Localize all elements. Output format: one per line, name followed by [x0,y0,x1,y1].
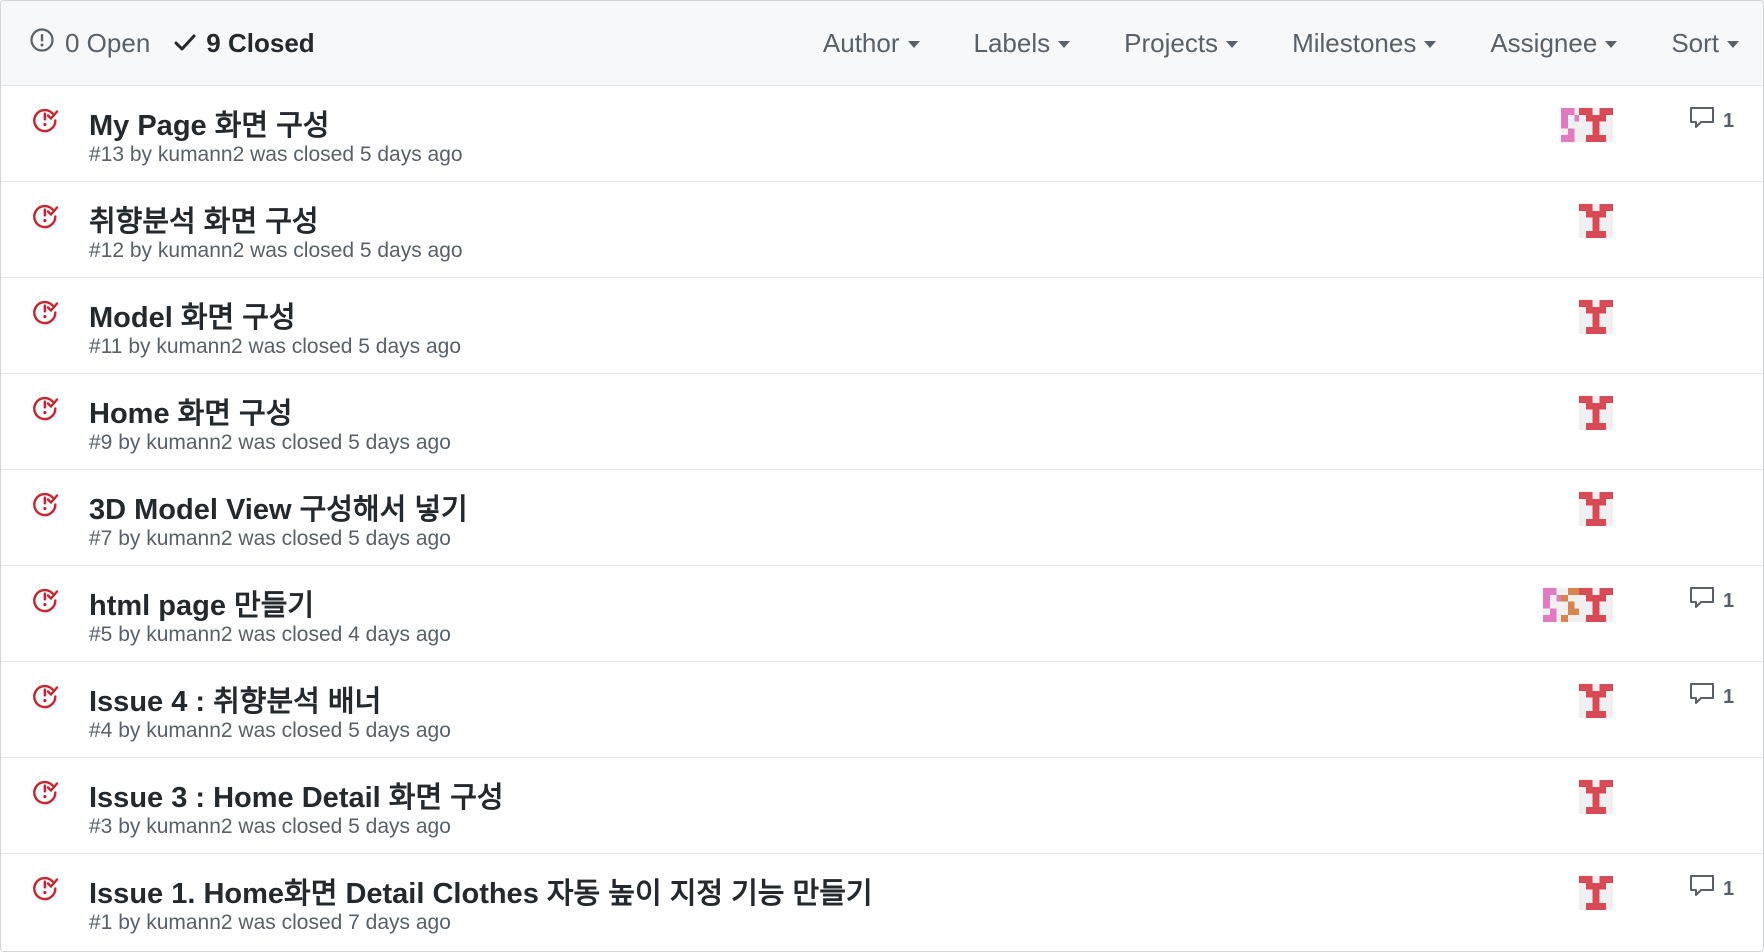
issue-opened-icon [29,27,65,60]
issue-row[interactable]: Issue 1. Home화면 Detail Clothes 자동 높이 지정 … [1,854,1763,950]
closed-issues-count: 9 Closed [206,27,315,58]
avatar[interactable] [1579,684,1613,718]
issue-closed-icon [31,489,59,522]
filter-label: Author [822,27,900,58]
comment-icon [1689,106,1723,136]
issue-row[interactable]: Issue 4 : 취향분석 배너 #4 by kumann2 was close… [1,662,1763,758]
issues-list-header: 0 Open 9 Closed Author Labels Projects Mile… [1,1,1763,86]
issue-meta: #12 by kumann2 was closed 5 days ago [89,239,463,262]
filter-assignee[interactable]: Assignee [1490,27,1618,59]
filter-label: Labels [973,27,1051,58]
assignee-avatars [1561,108,1613,142]
filter-labels[interactable]: Labels [974,28,1071,59]
issue-closed-icon [31,393,59,426]
issues-list-box: 0 Open 9 Closed Author Labels Projects Mile… [0,0,1764,952]
issue-row[interactable]: 3D Model View 구성해서 넣기 #7 by kumann2 was c… [1,470,1763,566]
assignee-avatars [1579,396,1613,430]
caret-down-icon [1727,41,1739,48]
issue-closed-icon [31,873,59,906]
issue-meta: #4 by kumann2 was closed 5 days ago [89,719,451,742]
issue-row[interactable]: 취향분석 화면 구성 #12 by kumann2 was closed 5 da… [1,182,1763,278]
issue-row[interactable]: Issue 3 : Home Detail 화면 구성 #3 by kumann2… [1,758,1763,854]
issue-meta: #13 by kumann2 was closed 5 days ago [89,143,463,166]
issue-meta: #3 by kumann2 was closed 5 days ago [89,815,451,838]
avatar[interactable] [1579,204,1613,238]
avatar[interactable] [1579,108,1613,142]
comment-count: 1 [1723,589,1735,612]
caret-down-icon [1058,41,1071,48]
comments-link[interactable]: 1 [1689,586,1734,616]
issue-meta: #1 by kumann2 was closed 7 days ago [89,911,451,934]
comments-link[interactable]: 1 [1689,682,1734,712]
filter-label: Sort [1671,27,1719,58]
comment-icon [1689,586,1723,616]
comment-count: 1 [1723,109,1735,132]
filter-milestones[interactable]: Milestones [1292,27,1437,59]
caret-down-icon [1226,41,1239,48]
filter-label: Milestones [1292,27,1417,58]
assignee-avatars [1579,300,1613,334]
assignee-avatars [1543,588,1613,622]
comment-icon [1689,874,1723,904]
filter-menus: Author Labels Projects Milestones Assignee So… [823,28,1739,59]
issue-title-link[interactable]: Issue 3 : Home Detail 화면 구성 [89,774,504,816]
avatar[interactable] [1579,780,1613,814]
issue-row[interactable]: My Page 화면 구성 #13 by kumann2 was closed 5… [1,86,1763,182]
assignee-avatars [1579,684,1613,718]
issue-closed-icon [31,681,59,714]
avatar[interactable] [1579,492,1613,526]
issue-row[interactable]: Home 화면 구성 #9 by kumann2 was closed 5 day… [1,374,1763,470]
issue-closed-icon [31,585,59,618]
filter-projects[interactable]: Projects [1124,27,1239,59]
issue-title-link[interactable]: My Page 화면 구성 [89,102,330,144]
issue-closed-icon [31,297,59,330]
assignee-avatars [1579,780,1613,814]
comment-count: 1 [1723,685,1735,708]
issue-closed-icon [31,201,59,234]
assignee-avatars [1579,492,1613,526]
issue-meta: #7 by kumann2 was closed 5 days ago [89,527,451,550]
check-icon [174,28,206,59]
issue-title-link[interactable]: 취향분석 화면 구성 [89,198,319,240]
filter-sort[interactable]: Sort [1671,28,1739,59]
issue-title-link[interactable]: Issue 4 : 취향분석 배너 [89,678,381,720]
issue-meta: #5 by kumann2 was closed 4 days ago [89,623,451,646]
issue-closed-icon [31,105,59,138]
filter-label: Assignee [1490,27,1598,58]
comments-link[interactable]: 1 [1689,874,1734,904]
issue-meta: #11 by kumann2 was closed 5 days ago [89,335,462,358]
issue-closed-icon [31,777,59,810]
assignee-avatars [1579,876,1613,910]
open-issues-link[interactable]: 0 Open [29,27,150,60]
avatar[interactable] [1579,588,1613,622]
comment-icon [1689,682,1723,712]
filter-label: Projects [1124,27,1219,58]
caret-down-icon [1424,41,1437,48]
issue-title-link[interactable]: 3D Model View 구성해서 넣기 [89,486,468,528]
comments-link[interactable]: 1 [1689,106,1734,136]
issue-title-link[interactable]: Home 화면 구성 [89,390,292,432]
open-issues-count: 0 Open [65,27,151,58]
avatar[interactable] [1579,300,1613,334]
caret-down-icon [1605,41,1618,48]
filter-author[interactable]: Author [823,28,920,59]
issue-title-link[interactable]: Model 화면 구성 [89,294,296,336]
issue-meta: #9 by kumann2 was closed 5 days ago [89,431,451,454]
assignee-avatars [1579,204,1613,238]
issue-row[interactable]: Model 화면 구성 #11 by kumann2 was closed 5 d… [1,278,1763,374]
avatar[interactable] [1579,876,1613,910]
issue-title-link[interactable]: html page 만들기 [89,582,314,624]
issue-title-link[interactable]: Issue 1. Home화면 Detail Clothes 자동 높이 지정 … [89,870,873,912]
issue-list: My Page 화면 구성 #13 by kumann2 was closed 5… [1,86,1763,950]
issue-state-toggle: 0 Open 9 Closed [29,27,315,60]
avatar[interactable] [1579,396,1613,430]
issue-row[interactable]: html page 만들기 #5 by kumann2 was closed 4 … [1,566,1763,662]
comment-count: 1 [1723,877,1735,900]
closed-issues-link[interactable]: 9 Closed [174,27,315,59]
caret-down-icon [907,41,920,48]
